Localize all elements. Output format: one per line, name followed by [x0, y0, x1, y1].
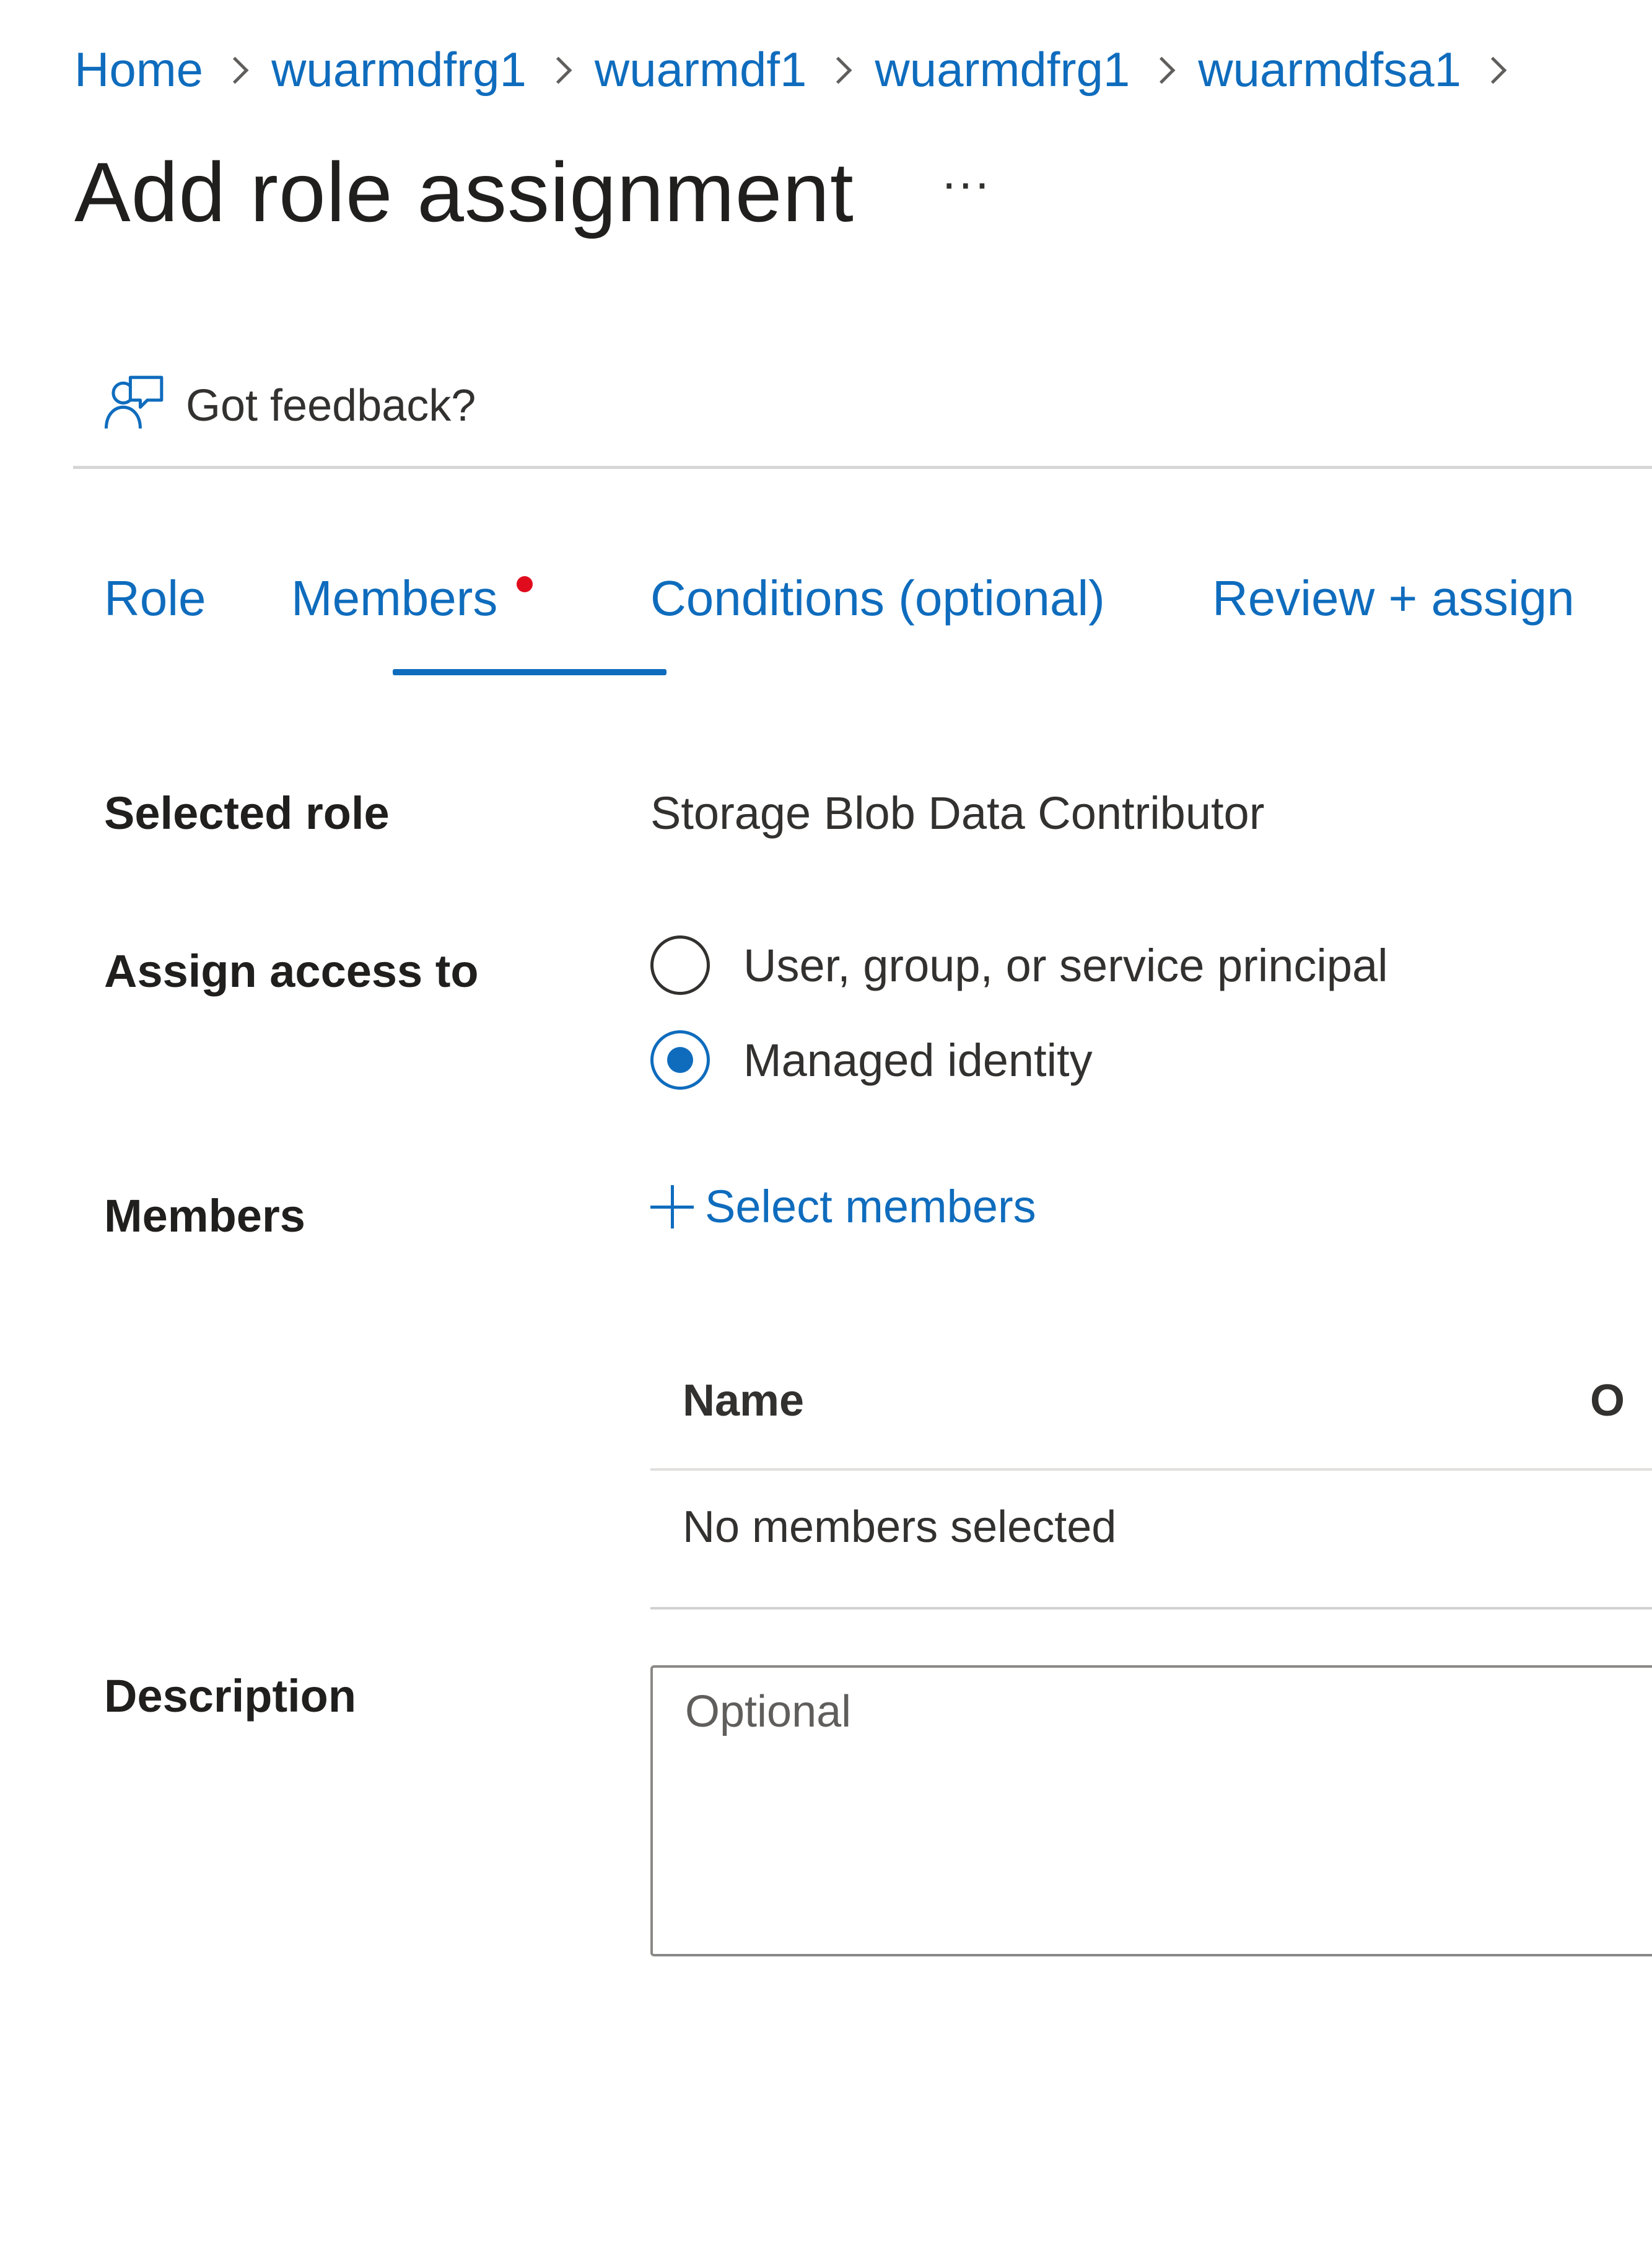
breadcrumb-resource-group-2[interactable]: wuarmdfrg1 [875, 42, 1130, 98]
select-members-label: Select members [705, 1181, 1036, 1232]
radio-managed-identity[interactable]: Managed identity [650, 1030, 1093, 1090]
column-header-object[interactable]: O [1590, 1375, 1625, 1426]
selected-role-value: Storage Blob Data Contributor [650, 787, 1265, 839]
members-table: Name O No members selected [650, 1351, 1652, 1609]
unsaved-indicator-dot [517, 576, 533, 592]
chevron-right-icon [1461, 51, 1529, 88]
active-tab-underline [393, 669, 666, 675]
radio-button[interactable] [650, 935, 710, 995]
more-options-button[interactable]: ··· [941, 154, 990, 211]
radio-label: User, group, or service principal [743, 939, 1388, 991]
breadcrumb-resource-group[interactable]: wuarmdfrg1 [271, 42, 527, 98]
tab-bar: Role Members Conditions (optional) Revie… [104, 570, 1652, 681]
empty-state-text: No members selected [683, 1502, 1117, 1552]
chevron-right-icon [806, 51, 875, 88]
chevron-right-icon [527, 51, 595, 88]
assign-access-label: Assign access to [104, 945, 479, 997]
breadcrumb: Home wuarmdfrg1 wuarmdf1 wuarmdfrg1 wuar… [74, 38, 1529, 100]
title-row: Add role assignment ··· [74, 130, 990, 254]
tab-conditions[interactable]: Conditions (optional) [650, 570, 1105, 627]
plus-icon [650, 1184, 694, 1228]
select-members-button[interactable]: Select members [650, 1180, 1036, 1233]
feedback-label: Got feedback? [186, 381, 476, 431]
feedback-button[interactable]: Got feedback? [99, 366, 476, 446]
breadcrumb-home[interactable]: Home [74, 42, 203, 98]
radio-label: Managed identity [743, 1034, 1093, 1086]
description-label: Description [104, 1670, 357, 1722]
selected-role-label: Selected role [104, 787, 390, 839]
breadcrumb-storage-account[interactable]: wuarmdfsa1 [1198, 42, 1461, 98]
chevron-right-icon [203, 51, 271, 88]
breadcrumb-data-factory[interactable]: wuarmdf1 [595, 42, 806, 98]
page-title: Add role assignment [74, 145, 854, 239]
members-label: Members [104, 1190, 305, 1241]
column-header-name[interactable]: Name [683, 1375, 804, 1426]
description-textarea[interactable] [650, 1665, 1652, 1956]
radio-button-selected[interactable] [650, 1030, 710, 1090]
page: Home wuarmdfrg1 wuarmdf1 wuarmdfrg1 wuar… [0, 0, 1652, 2242]
divider [73, 466, 1652, 469]
chevron-right-icon [1130, 51, 1198, 88]
tab-role[interactable]: Role [104, 570, 206, 627]
radio-user-group-sp[interactable]: User, group, or service principal [650, 935, 1388, 995]
tab-review-assign[interactable]: Review + assign [1212, 570, 1575, 627]
table-row: No members selected [650, 1471, 1652, 1609]
tab-members[interactable]: Members [291, 570, 497, 627]
feedback-icon [104, 375, 164, 429]
table-header: Name O [650, 1351, 1652, 1471]
